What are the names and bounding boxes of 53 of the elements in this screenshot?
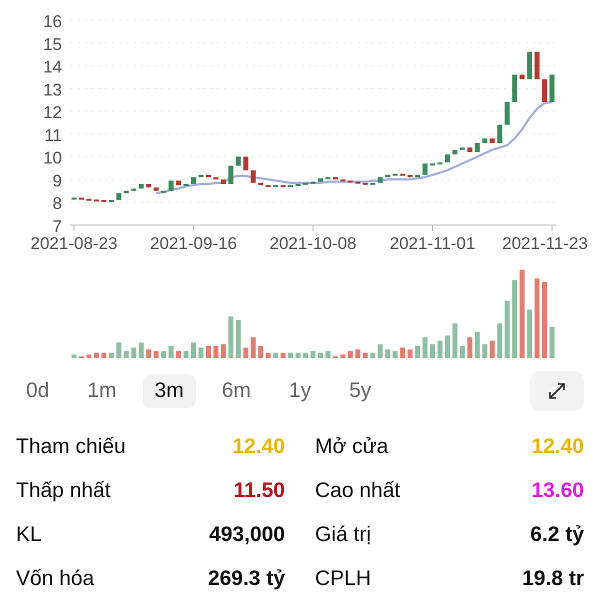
- expand-button[interactable]: [530, 371, 584, 411]
- candlestick: [228, 166, 234, 184]
- period-tab[interactable]: 6m: [210, 374, 263, 408]
- candlestick: [243, 156, 248, 170]
- y-axis-label: 15: [43, 34, 62, 54]
- stat-label: Giá trị: [315, 523, 372, 547]
- candlestick: [236, 156, 241, 166]
- period-tab[interactable]: 5y: [337, 374, 384, 408]
- y-axis-label: 11: [44, 126, 62, 145]
- x-axis-label: 2021-09-16: [150, 234, 237, 253]
- y-axis-label: 14: [43, 58, 62, 77]
- y-axis-label: 9: [52, 171, 62, 190]
- period-tab[interactable]: 0d: [14, 374, 62, 408]
- stat-value: 13.60: [531, 479, 584, 503]
- period-tab[interactable]: 3m: [142, 374, 196, 408]
- y-axis-label: 8: [52, 194, 62, 214]
- period-tab[interactable]: 1m: [75, 374, 129, 408]
- candlestick: [520, 74, 525, 80]
- stat-label: Vốn hóa: [16, 567, 94, 591]
- stat-value: 19.8 tr: [522, 567, 584, 591]
- x-axis-label: 2021-11-23: [502, 234, 588, 253]
- y-axis-label: 12: [43, 103, 62, 122]
- stat-value: 12.40: [531, 435, 584, 459]
- y-axis-label: 7: [52, 217, 62, 236]
- x-axis-label: 2021-08-23: [30, 234, 118, 253]
- y-axis-label: 13: [43, 80, 62, 100]
- candlestick: [550, 74, 554, 102]
- y-axis-label: 16: [43, 12, 62, 31]
- stat-value: 6.2 tỷ: [530, 523, 584, 547]
- candlestick: [534, 52, 540, 80]
- stat-value: 12.40: [232, 435, 285, 459]
- candlestick: [422, 164, 428, 175]
- candlestick: [497, 124, 502, 143]
- x-axis-label: 2021-11-01: [390, 234, 476, 253]
- stat-label: Tham chiếu: [16, 435, 126, 459]
- stat-label: Mở cửa: [315, 435, 388, 459]
- x-axis-label: 2021-10-08: [270, 234, 356, 253]
- y-axis-label: 10: [43, 148, 62, 168]
- stat-label: Thấp nhất: [16, 479, 111, 503]
- stat-value: 269.3 tỷ: [208, 567, 285, 591]
- stat-label: KL: [16, 523, 42, 547]
- candlestick: [527, 52, 532, 80]
- stat-value: 11.50: [234, 479, 285, 503]
- candlestick: [250, 170, 256, 183]
- period-tab[interactable]: 1y: [276, 374, 324, 408]
- candlestick: [512, 74, 518, 102]
- stat-label: Cao nhất: [315, 479, 400, 503]
- candlestick: [542, 79, 548, 102]
- stat-label: CPLH: [315, 567, 372, 591]
- stat-value: 493,000: [209, 523, 285, 547]
- expand-icon: [547, 381, 567, 401]
- candlestick: [504, 102, 510, 125]
- candlestick: [168, 180, 174, 191]
